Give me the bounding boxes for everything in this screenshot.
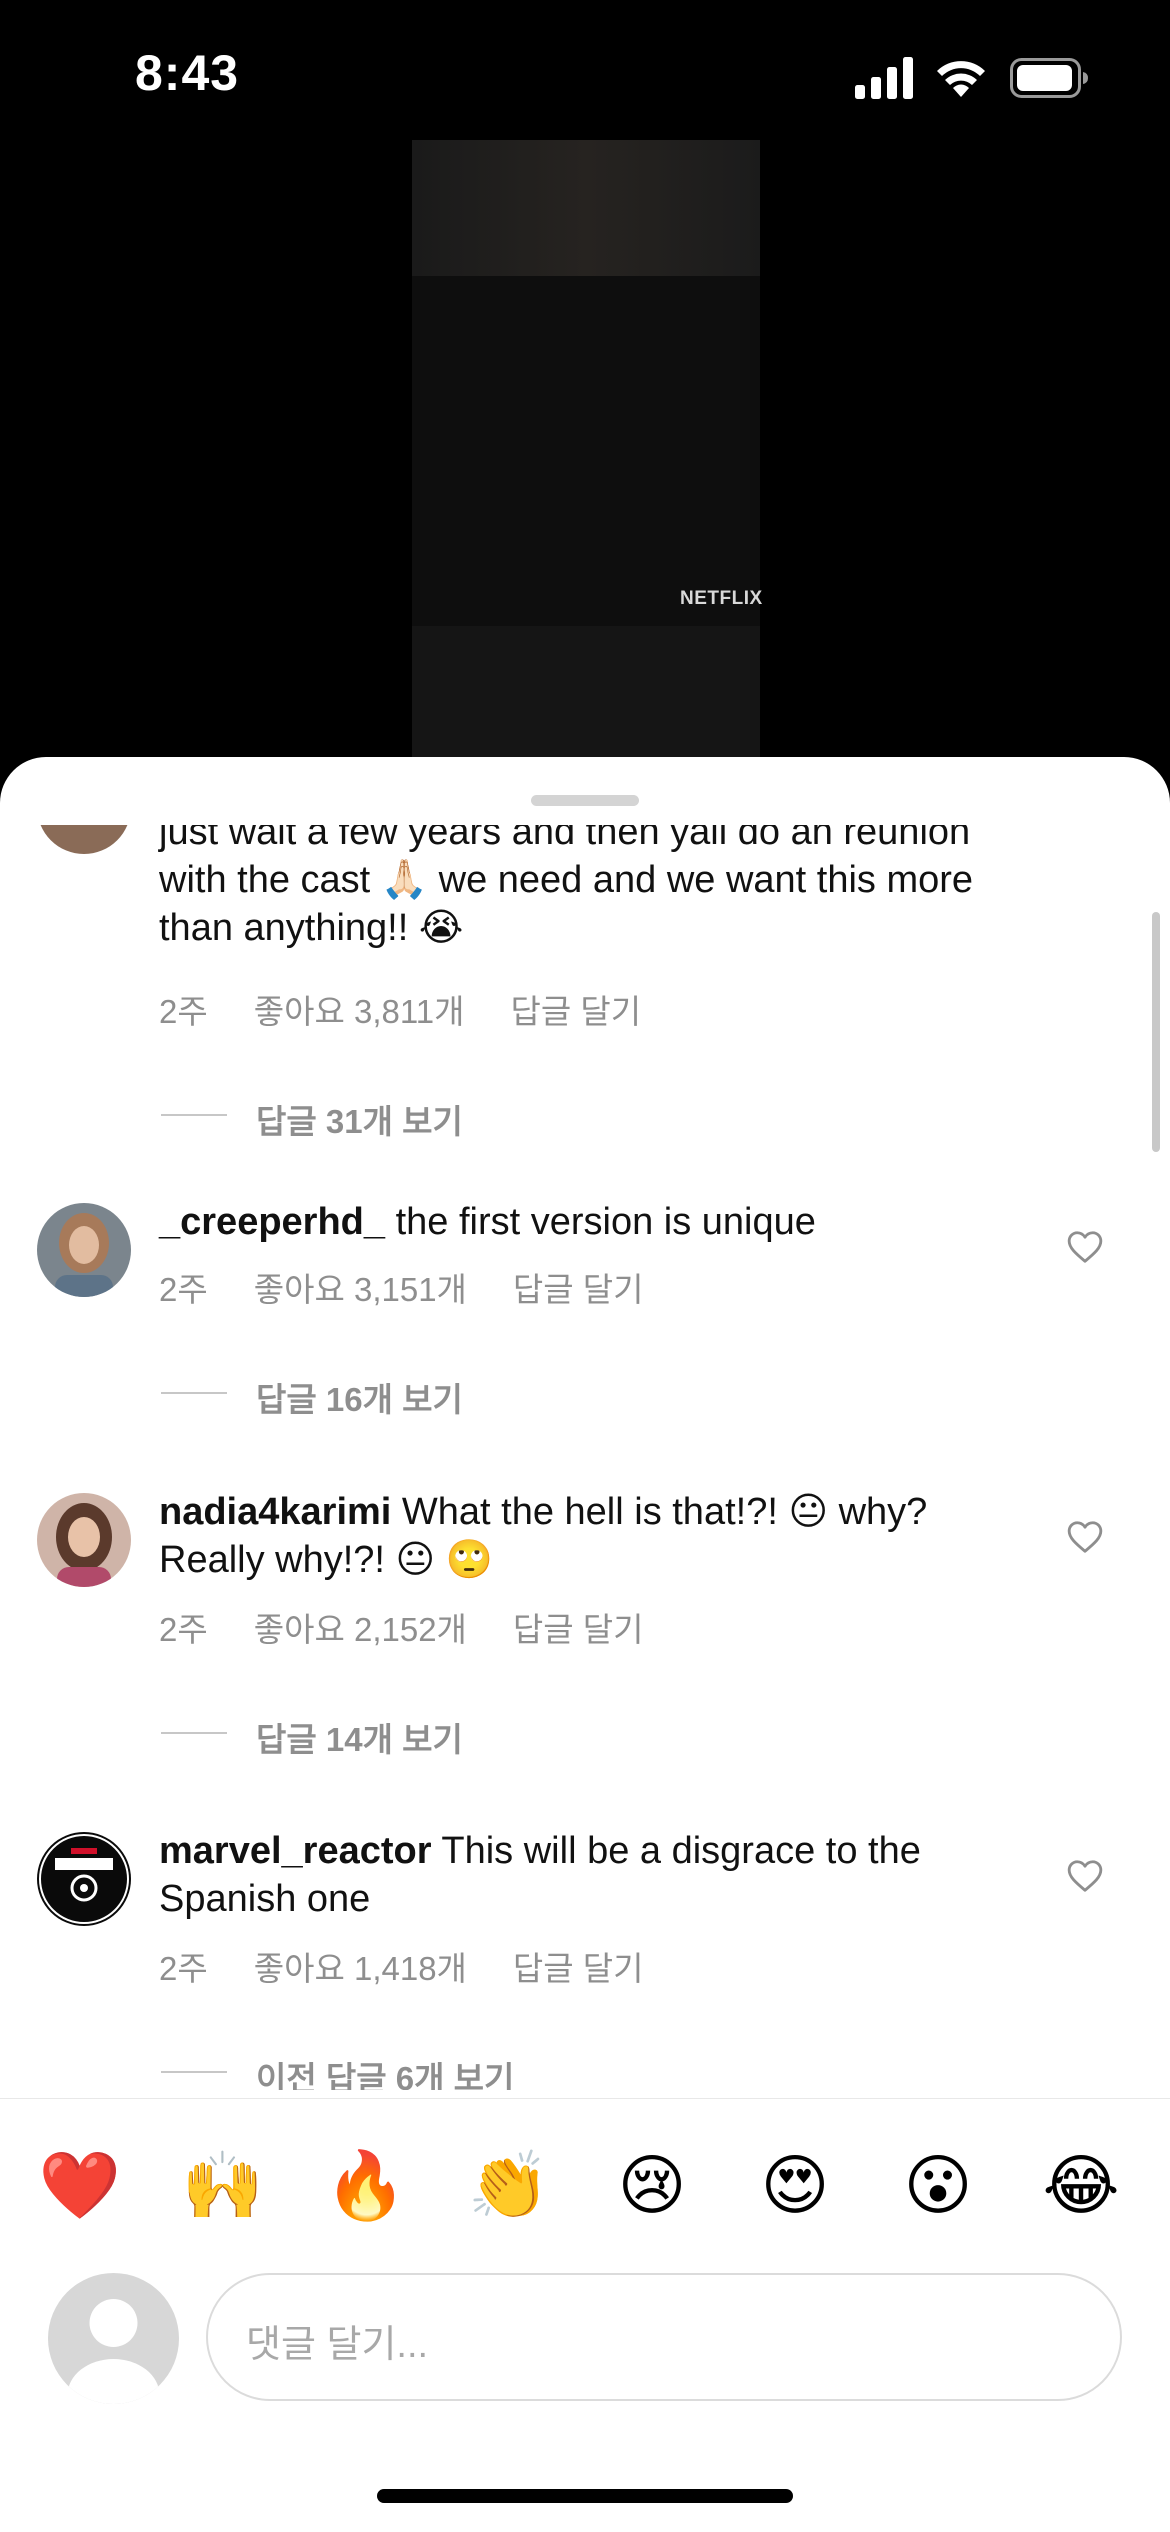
avatar-photo <box>37 1493 131 1587</box>
comment-text: just wait a few years and then yall do a… <box>159 825 974 949</box>
cellular-signal-icon <box>855 57 913 99</box>
comment-meta: 2주 좋아요 3,151개 답글 달기 <box>159 1263 690 1311</box>
comment-input[interactable]: 댓글 달기... <box>206 2273 1122 2401</box>
comment-input-placeholder: 댓글 달기... <box>246 2324 429 2366</box>
reaction-laughing[interactable]: 😂 <box>1031 2135 1131 2235</box>
comment-meta: 2주 좋아요 1,418개 답글 달기 <box>159 1942 690 1990</box>
comment-body: the first version is unique <box>395 1201 816 1243</box>
reaction-heart[interactable]: ❤️ <box>30 2135 130 2235</box>
comments-list[interactable]: just wait a few years and then yall do a… <box>0 825 1170 2090</box>
reaction-surprised[interactable]: 😮 <box>888 2135 988 2235</box>
comment-time: 2주 <box>159 993 208 1030</box>
reaction-crying[interactable]: 😢 <box>602 2135 702 2235</box>
status-bar: 8:43 <box>0 0 1170 150</box>
like-count[interactable]: 좋아요 1,418개 <box>254 1950 467 1987</box>
comment-username[interactable]: _creeperhd_ <box>159 1201 385 1243</box>
view-replies-label: 답글 14개 보기 <box>256 1721 463 1758</box>
avatar[interactable] <box>37 825 131 854</box>
netflix-watermark: NETFLIX <box>680 588 763 609</box>
avatar-photo <box>37 1203 131 1297</box>
comments-sheet: just wait a few years and then yall do a… <box>0 757 1170 2532</box>
reply-button[interactable]: 답글 달기 <box>513 1271 644 1308</box>
comment-time: 2주 <box>159 1611 208 1648</box>
video-frame-bottom <box>412 626 760 760</box>
reply-button[interactable]: 답글 달기 <box>513 1950 644 1987</box>
comment-time: 2주 <box>159 1271 208 1308</box>
video-player[interactable]: NETFLIX <box>412 140 763 760</box>
heart-icon[interactable] <box>1066 1857 1104 1895</box>
avatar-logo <box>37 1832 131 1926</box>
comment-text: _creeperhd_ the first version is unique <box>159 1198 1019 1246</box>
replies-divider <box>161 1392 227 1394</box>
heart-icon[interactable] <box>1066 1228 1104 1266</box>
avatar[interactable] <box>37 1493 131 1587</box>
replies-divider <box>161 1114 227 1116</box>
reaction-heart-eyes[interactable]: 😍 <box>745 2135 845 2235</box>
avatar[interactable] <box>37 1832 131 1926</box>
wifi-icon <box>937 61 985 97</box>
view-replies-label: 답글 16개 보기 <box>256 1381 463 1418</box>
comment-username[interactable]: nadia4karimi <box>159 1491 391 1533</box>
avatar[interactable] <box>37 1203 131 1297</box>
sheet-drag-handle[interactable] <box>531 795 639 806</box>
comment-text: nadia4karimi What the hell is that!?! 😐 … <box>159 1488 1019 1584</box>
comment-username[interactable]: marvel_reactor <box>159 1830 432 1872</box>
my-avatar[interactable] <box>48 2273 179 2404</box>
like-count[interactable]: 좋아요 2,152개 <box>254 1611 467 1648</box>
home-indicator[interactable] <box>377 2489 793 2503</box>
reply-button[interactable]: 답글 달기 <box>510 993 641 1030</box>
composer-divider <box>0 2098 1170 2099</box>
reaction-fire[interactable]: 🔥 <box>316 2135 416 2235</box>
view-replies-label: 답글 31개 보기 <box>256 1103 463 1140</box>
reaction-clapping[interactable]: 👏 <box>459 2135 559 2235</box>
replies-divider <box>161 1732 227 1734</box>
comment-text: marvel_reactor This will be a disgrace t… <box>159 1827 1019 1923</box>
video-frame <box>412 276 760 626</box>
like-count[interactable]: 좋아요 3,811개 <box>254 993 465 1030</box>
comment-time: 2주 <box>159 1950 208 1987</box>
quick-reaction-bar: ❤️ 🙌 🔥 👏 😢 😍 😮 😂 <box>0 2135 1170 2235</box>
video-frame-top <box>412 140 760 276</box>
status-time: 8:43 <box>135 45 240 101</box>
default-avatar-icon <box>67 2299 160 2404</box>
replies-divider <box>161 2071 227 2073</box>
heart-icon[interactable] <box>1066 1518 1104 1556</box>
battery-icon <box>1010 58 1088 98</box>
reaction-raising-hands[interactable]: 🙌 <box>173 2135 273 2235</box>
comment-meta: 2주 좋아요 3,811개 답글 달기 <box>159 985 687 1033</box>
comment-meta: 2주 좋아요 2,152개 답글 달기 <box>159 1603 690 1651</box>
reply-button[interactable]: 답글 달기 <box>513 1611 644 1648</box>
like-count[interactable]: 좋아요 3,151개 <box>254 1271 467 1308</box>
view-replies-label: 이전 답글 6개 보기 <box>256 2060 515 2090</box>
